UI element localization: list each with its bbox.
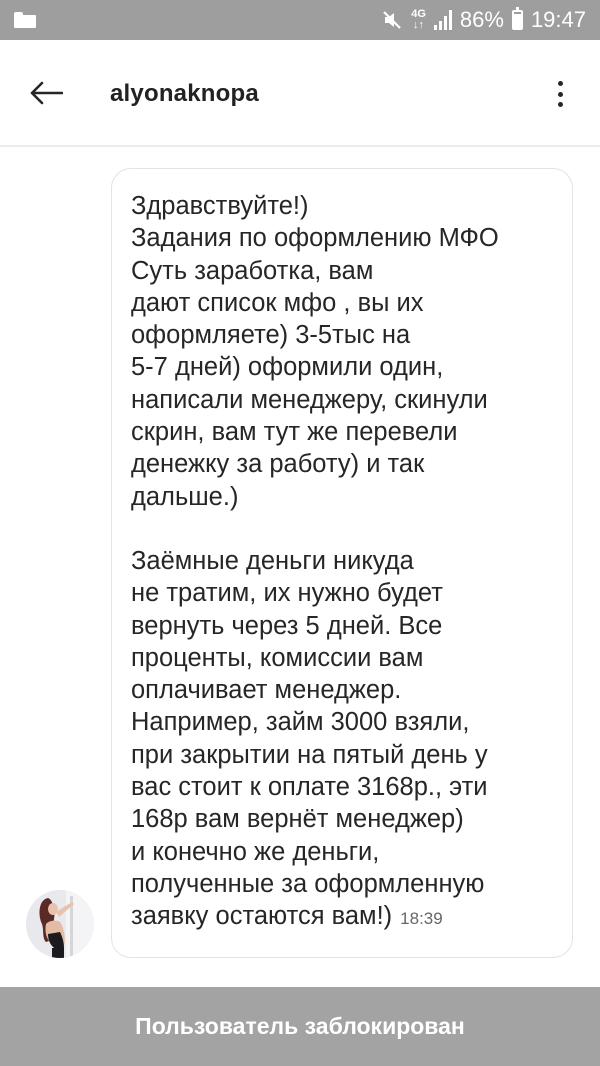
message-line: дают список мфо , вы их: [131, 288, 424, 317]
message-line: Задания по оформлению МФО: [131, 224, 499, 253]
blocked-user-banner: Пользователь заблокирован: [0, 987, 600, 1066]
message-line: Здравствуйте!): [131, 192, 309, 220]
signal-icon: [433, 10, 452, 30]
battery-icon: [511, 7, 523, 30]
message-thread[interactable]: Здравствуйте!) Задания по оформлению МФО С…: [0, 149, 600, 987]
message-line: денежку за работу) и так: [131, 450, 425, 479]
chat-username[interactable]: alyonaknopa: [110, 80, 259, 108]
status-bar: 4G ↓↑ 86% 19:47: [0, 0, 600, 40]
message-paragraph-2: Заёмные деньги никуда не тратим, их нужно…: [131, 545, 554, 900]
message-line: проценты, комиссии вам: [131, 643, 424, 672]
back-arrow-icon: [30, 81, 63, 105]
message-line: написали менеджеру, скинули: [131, 385, 488, 414]
message-line: не тратим, их нужно будет: [131, 579, 443, 608]
message-line: при закрытии на пятый день у: [131, 740, 488, 769]
mute-icon: [381, 9, 403, 31]
message-line: 5-7 дней) оформили один,: [131, 353, 444, 382]
message-line: Заёмные деньги никуда: [131, 546, 414, 575]
network-type-indicator: 4G ↓↑: [411, 9, 426, 31]
message-line: оплачивает менеджер.: [131, 676, 402, 705]
network-arrows: ↓↑: [413, 19, 425, 31]
message-time: 18:39: [400, 909, 443, 929]
back-button[interactable]: [28, 78, 64, 108]
message-last-line: заявку остаются вам!) 18:39: [131, 902, 443, 931]
folder-icon: [14, 12, 36, 28]
message-line: полученные за оформленную: [131, 869, 485, 898]
message-line: вас стоит к оплате 3168р., эти: [131, 773, 488, 802]
message-bubble[interactable]: Здравствуйте!) Задания по оформлению МФО С…: [111, 168, 573, 958]
avatar[interactable]: [26, 890, 94, 958]
more-options-button[interactable]: [548, 78, 572, 110]
message-line: и конечно же деньги,: [131, 837, 380, 866]
message-line: скрин, вам тут же перевели: [131, 418, 458, 447]
status-time: 19:47: [530, 7, 586, 32]
message-line: оформляете) 3-5тыс на: [131, 321, 411, 350]
battery-percent: 86%: [459, 7, 504, 32]
message-line: дальше.): [131, 482, 239, 511]
message-paragraph-1: Здравствуйте!) Задания по оформлению МФО С…: [131, 190, 554, 513]
message-line: Суть заработка, вам: [131, 256, 374, 285]
blocked-user-label: Пользователь заблокирован: [135, 1013, 465, 1039]
message-line: 168р вам вернёт менеджер): [131, 805, 464, 834]
more-vert-icon: [557, 81, 563, 86]
message-line: вернуть через 5 дней. Все: [131, 611, 443, 640]
chat-header: alyonaknopa: [0, 40, 600, 147]
message-line: Например, займ 3000 взяли,: [131, 708, 470, 737]
